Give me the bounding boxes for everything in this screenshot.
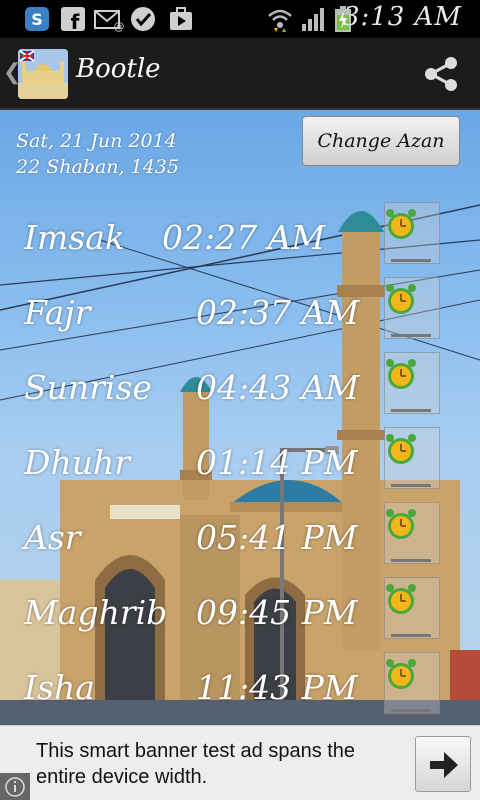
- app-title: Bootle: [76, 54, 161, 84]
- alarm-clock-icon: [386, 509, 416, 539]
- alarm-clock-icon: [386, 659, 416, 689]
- alarm-toggle[interactable]: [384, 202, 440, 264]
- alarm-clock-icon: [386, 209, 416, 239]
- ad-info-button[interactable]: [0, 773, 30, 800]
- prayer-times-panel: Sat, 21 Jun 2014 22 Shaban, 1435 Change …: [0, 110, 480, 725]
- prayer-time: 01:14 PM: [196, 443, 358, 482]
- prayer-time: 05:41 PM: [196, 518, 358, 557]
- mosque-logo-icon: [18, 49, 68, 99]
- prayer-name: Imsak: [24, 218, 125, 257]
- youtube-icon: [170, 7, 192, 30]
- signal-icon: [302, 8, 324, 31]
- alarm-toggle[interactable]: [384, 577, 440, 639]
- change-azan-button[interactable]: Change Azan: [302, 116, 460, 166]
- svg-text:f: f: [71, 10, 80, 32]
- prayer-row-imsak: Imsak 02:27 AM: [0, 202, 480, 277]
- prayer-name: Asr: [24, 518, 81, 557]
- prayer-row-maghrib: Maghrib 09:45 PM: [0, 577, 480, 652]
- info-icon: [5, 777, 25, 797]
- alarm-state-indicator: [391, 484, 431, 487]
- alarm-toggle[interactable]: [384, 352, 440, 414]
- prayer-row-asr: Asr 05:41 PM: [0, 502, 480, 577]
- facebook-icon: f: [61, 7, 85, 32]
- alarm-clock-icon: [386, 284, 416, 314]
- alarm-state-indicator: [391, 334, 431, 337]
- alarm-state-indicator: [391, 709, 431, 712]
- alarm-clock-icon: [386, 359, 416, 389]
- prayer-time: 02:37 AM: [196, 293, 360, 332]
- alarm-state-indicator: [391, 259, 431, 262]
- status-bar: S f @ 3:13 AM: [0, 0, 480, 38]
- prayer-name: Isha: [24, 668, 95, 707]
- prayer-name: Dhuhr: [24, 443, 130, 482]
- ad-banner[interactable]: This smart banner test ad spans the enti…: [0, 725, 480, 800]
- prayer-row-isha: Isha 11:43 PM: [0, 652, 480, 725]
- ad-arrow-button[interactable]: [415, 736, 471, 792]
- ad-text: This smart banner test ad spans the enti…: [36, 740, 356, 788]
- prayer-name: Sunrise: [24, 368, 152, 407]
- prayer-row-sunrise: Sunrise 04:43 AM: [0, 352, 480, 427]
- arrow-right-icon: [430, 752, 458, 778]
- check-icon: [131, 7, 155, 31]
- share-icon[interactable]: [422, 54, 462, 94]
- prayer-time: 09:45 PM: [196, 593, 358, 632]
- app-logo[interactable]: [18, 49, 68, 99]
- alarm-state-indicator: [391, 409, 431, 412]
- status-time: 3:13 AM: [342, 2, 462, 32]
- prayer-name: Maghrib: [24, 593, 168, 632]
- wifi-icon: [268, 9, 292, 32]
- prayer-row-fajr: Fajr 02:37 AM: [0, 277, 480, 352]
- prayer-row-dhuhr: Dhuhr 01:14 PM: [0, 427, 480, 502]
- alarm-toggle[interactable]: [384, 652, 440, 714]
- alarm-toggle[interactable]: [384, 502, 440, 564]
- alarm-toggle[interactable]: [384, 277, 440, 339]
- alarm-state-indicator: [391, 634, 431, 637]
- prayer-time: 11:43 PM: [196, 668, 358, 707]
- svg-text:S: S: [31, 10, 43, 29]
- hijri-date: 22 Shaban, 1435: [16, 156, 179, 178]
- gmail-icon: @: [94, 10, 125, 32]
- prayer-time: 04:43 AM: [196, 368, 360, 407]
- action-bar: ❮ Bootle: [0, 38, 480, 110]
- svg-text:@: @: [114, 20, 125, 32]
- prayer-time: 02:27 AM: [162, 218, 326, 257]
- alarm-state-indicator: [391, 559, 431, 562]
- alarm-clock-icon: [386, 584, 416, 614]
- gregorian-date: Sat, 21 Jun 2014: [16, 130, 177, 152]
- alarm-toggle[interactable]: [384, 427, 440, 489]
- alarm-clock-icon: [386, 434, 416, 464]
- skype-icon: S: [25, 7, 49, 31]
- prayer-name: Fajr: [24, 293, 91, 332]
